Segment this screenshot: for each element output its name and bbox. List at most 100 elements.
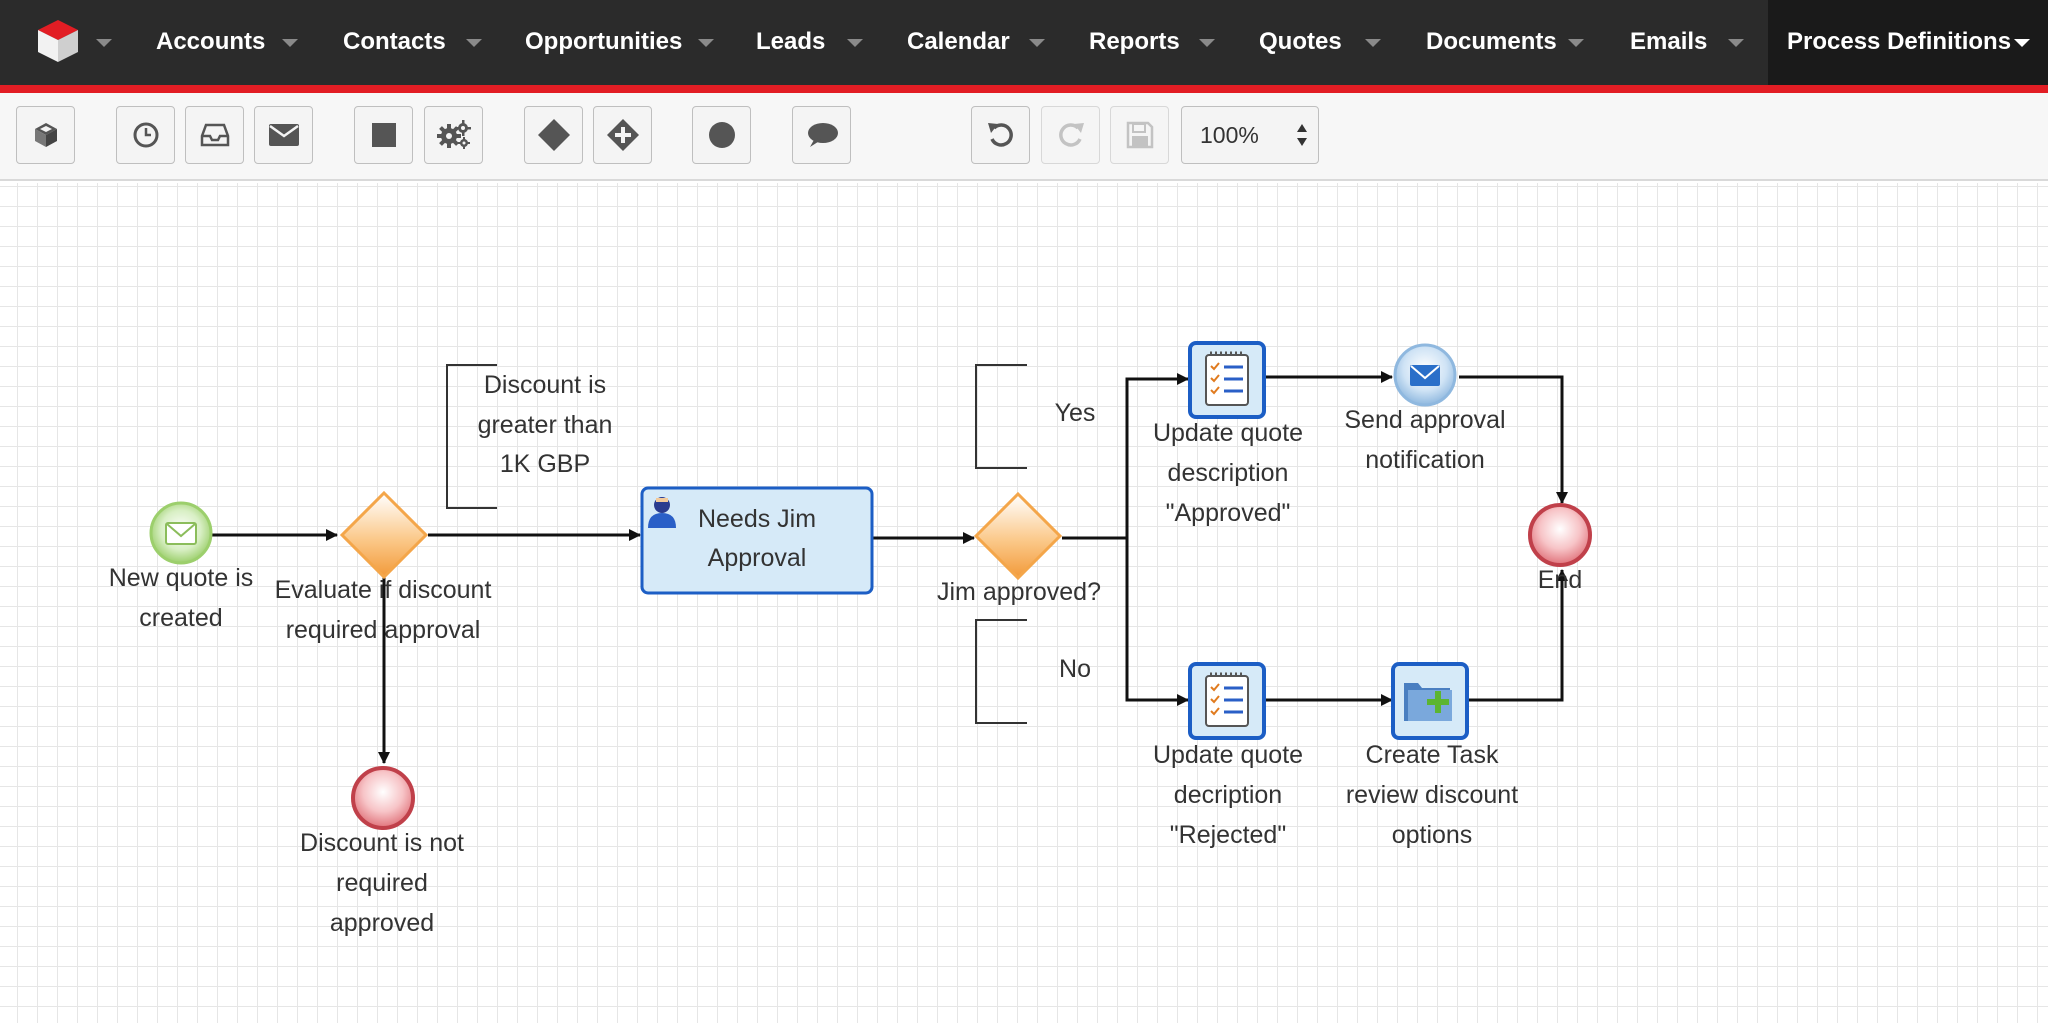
end-event-end[interactable]: End [1528,503,1592,594]
receive-message-button[interactable] [185,106,244,164]
diamond-icon [537,119,570,151]
task-label: review discount [1346,781,1518,809]
exclusive-gateway-button[interactable] [524,106,583,164]
annotation-no[interactable]: No [975,619,1091,724]
parallel-gateway-button[interactable] [593,106,652,164]
save-icon [1126,121,1153,149]
envelope-icon [268,124,299,146]
task-label: Needs Jim [698,505,816,533]
chevron-down-icon[interactable] [1568,39,1584,47]
end-event-label: required [336,869,428,897]
nav-label: Documents [1426,28,1557,55]
task-label: decription [1174,781,1282,809]
nav-label: Leads [756,28,826,55]
task-label: Create Task [1366,741,1499,769]
redo-button[interactable] [1041,106,1100,164]
task-label: options [1392,821,1473,849]
envelope-icon [1410,365,1440,386]
chevron-down-icon[interactable] [2014,39,2030,47]
envelope-icon [165,522,197,545]
cube-logo-icon [38,20,78,62]
annotation-text-line: 1K GBP [500,450,590,478]
gateway-label: Jim approved? [937,578,1101,606]
chevron-down-icon[interactable] [1728,39,1744,47]
nav-process-definitions[interactable]: Process Definitions [1768,0,2048,85]
chevron-down-icon[interactable] [698,39,714,47]
nav-emails[interactable]: Emails [1600,0,1768,85]
chevron-down-icon[interactable] [466,39,482,47]
cube-icon-button[interactable] [16,106,75,164]
nav-label: Calendar [907,28,1010,55]
zoom-value: 100% [1200,122,1259,148]
start-message-event[interactable]: New quote is created [109,501,254,632]
nav-label: Reports [1089,28,1180,55]
spinner-arrows-icon [1297,124,1307,146]
annotation-yes[interactable]: Yes [975,364,1095,469]
nav-accounts[interactable]: Accounts [128,0,298,85]
checklist-icon [1205,351,1249,406]
chevron-down-icon[interactable] [1029,39,1045,47]
nav-label: Accounts [156,28,266,55]
chevron-down-icon[interactable] [1365,39,1381,47]
activity-button[interactable] [354,106,413,164]
timer-event-button[interactable] [116,106,175,164]
undo-icon [987,123,1013,147]
nav-quotes[interactable]: Quotes [1232,0,1392,85]
nav-label: Emails [1630,28,1708,55]
annotation-no-text: No [1059,655,1091,683]
process-diagram: Discount is greater than 1K GBP Yes No N… [109,341,1592,937]
exclusive-gateway-discount[interactable]: Evaluate if discount required approval [275,490,492,644]
task-label: Update quote [1153,741,1303,769]
task-update-quote-rejected[interactable]: Update quote decription "Rejected" [1153,662,1303,849]
flow-connectors [212,371,1568,764]
annotation-text-line: Discount is [484,371,606,399]
nav-label: Quotes [1259,28,1342,55]
clock-icon [133,122,158,148]
event-label: Send approval [1344,406,1505,434]
undo-button[interactable] [971,106,1030,164]
redo-icon [1058,123,1084,147]
chevron-down-icon[interactable] [1199,39,1215,47]
nav-documents[interactable]: Documents [1398,0,1598,85]
end-event-label: approved [330,909,434,937]
send-message-button[interactable] [254,106,313,164]
event-label: notification [1365,446,1485,474]
folder-add-icon [1404,683,1452,721]
task-update-quote-approved[interactable]: Update quote description "Approved" [1153,341,1303,527]
start-event-label: New quote is [109,564,254,592]
square-icon [371,123,396,147]
text-annotation-button[interactable] [792,106,851,164]
nav-label: Opportunities [525,28,683,55]
gateway-label: required approval [286,616,481,644]
end-event-button[interactable] [692,106,751,164]
nav-reports[interactable]: Reports [1062,0,1232,85]
chevron-down-icon[interactable] [847,39,863,47]
nav-leads[interactable]: Leads [730,0,880,85]
flow-gateway2-no[interactable] [1125,538,1189,706]
end-event-label: End [1538,566,1582,594]
end-event-discount-not-required[interactable]: Discount is not required approved [300,766,464,937]
task-create-task-review-discount[interactable]: Create Task review discount options [1346,662,1518,849]
chevron-down-icon[interactable] [282,39,298,47]
user-task-needs-jim-approval[interactable]: Needs Jim Approval [640,486,874,595]
nav-opportunities[interactable]: Opportunities [496,0,746,85]
home-logo-button[interactable] [0,0,128,85]
zoom-select[interactable]: 100% [1181,106,1319,164]
action-button[interactable] [424,106,483,164]
comment-icon [807,123,838,147]
save-button[interactable] [1110,106,1169,164]
top-navigation-bar: Accounts Contacts Opportunities Leads Ca… [0,0,2048,85]
annotation-discount[interactable]: Discount is greater than 1K GBP [446,364,613,509]
end-event-label: Discount is not [300,829,464,857]
diamond-plus-icon [606,119,639,151]
task-label: "Rejected" [1170,821,1286,849]
exclusive-gateway-jim-approved[interactable]: Jim approved? [937,491,1101,606]
gears-icon [436,120,471,149]
nav-calendar[interactable]: Calendar [880,0,1060,85]
annotation-text-line: greater than [478,411,613,439]
task-label: "Approved" [1166,499,1291,527]
cube-icon [34,123,57,147]
nav-contacts[interactable]: Contacts [314,0,494,85]
send-approval-notification-event[interactable]: Send approval notification [1344,343,1506,474]
flow-notification-to-end[interactable] [1459,375,1568,504]
